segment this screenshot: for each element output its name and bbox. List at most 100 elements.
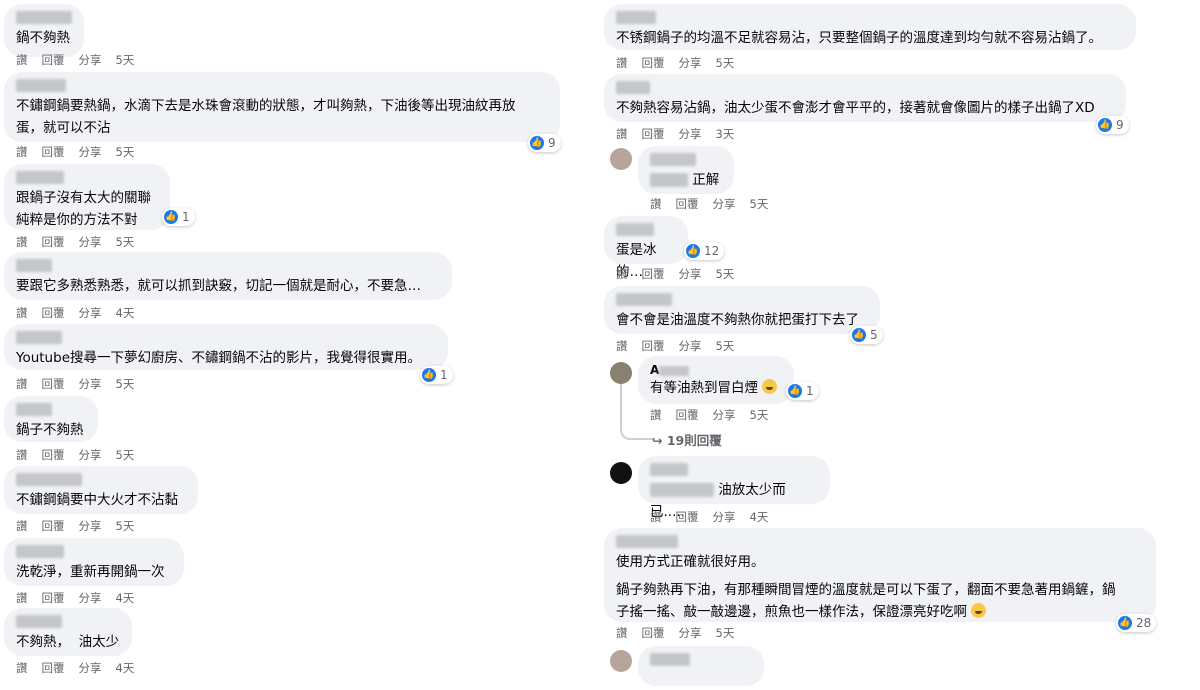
share-button[interactable]: 分享 <box>79 591 102 605</box>
share-button[interactable]: 分享 <box>713 197 736 211</box>
comment-time[interactable]: 5天 <box>116 235 135 249</box>
commenter-name[interactable] <box>16 615 62 628</box>
share-button[interactable]: 分享 <box>79 448 102 462</box>
commenter-name[interactable] <box>16 11 72 24</box>
like-button[interactable]: 讚 <box>16 519 28 533</box>
mention-blurred[interactable] <box>650 173 688 187</box>
like-button[interactable]: 讚 <box>616 127 628 141</box>
comment-time[interactable]: 4天 <box>750 510 769 524</box>
mention-blurred[interactable] <box>650 483 714 497</box>
commenter-name[interactable] <box>616 293 672 306</box>
share-button[interactable]: 分享 <box>679 127 702 141</box>
share-button[interactable]: 分享 <box>679 56 702 70</box>
share-button[interactable]: 分享 <box>79 145 102 159</box>
commenter-name[interactable] <box>650 653 690 666</box>
comment-time[interactable]: 5天 <box>116 145 135 159</box>
like-button[interactable]: 讚 <box>616 56 628 70</box>
commenter-name[interactable] <box>16 259 52 272</box>
share-button[interactable]: 分享 <box>79 377 102 391</box>
reaction-count[interactable]: 👍 1 <box>420 366 453 384</box>
share-button[interactable]: 分享 <box>79 53 102 67</box>
share-button[interactable]: 分享 <box>713 408 736 422</box>
like-button[interactable]: 讚 <box>650 510 662 524</box>
like-button[interactable]: 讚 <box>16 591 28 605</box>
comment-time[interactable]: 5天 <box>716 626 735 640</box>
like-button[interactable]: 讚 <box>16 377 28 391</box>
commenter-name[interactable] <box>16 79 66 92</box>
commenter-name[interactable] <box>616 11 656 24</box>
commenter-name[interactable] <box>16 331 62 344</box>
comment-time[interactable]: 4天 <box>116 591 135 605</box>
reply-button[interactable]: 回覆 <box>642 56 665 70</box>
share-button[interactable]: 分享 <box>679 626 702 640</box>
commenter-name[interactable] <box>650 153 696 166</box>
like-button[interactable]: 讚 <box>650 197 662 211</box>
reply-button[interactable]: 回覆 <box>642 339 665 353</box>
reaction-count[interactable]: 👍 9 <box>1096 116 1129 134</box>
like-button[interactable]: 讚 <box>616 626 628 640</box>
comment-time[interactable]: 5天 <box>716 267 735 281</box>
comment-time[interactable]: 4天 <box>116 306 135 320</box>
comment-time[interactable]: 5天 <box>116 377 135 391</box>
like-button[interactable]: 讚 <box>16 306 28 320</box>
share-button[interactable]: 分享 <box>79 235 102 249</box>
avatar[interactable] <box>610 462 632 484</box>
comment-time[interactable]: 3天 <box>716 127 735 141</box>
reply-button[interactable]: 回覆 <box>42 448 65 462</box>
view-more-replies[interactable]: ↪ 19則回覆 <box>652 430 722 449</box>
reply-button[interactable]: 回覆 <box>42 377 65 391</box>
share-button[interactable]: 分享 <box>79 306 102 320</box>
reply-button[interactable]: 回覆 <box>642 127 665 141</box>
avatar[interactable] <box>610 650 632 672</box>
like-button[interactable]: 讚 <box>650 408 662 422</box>
comment-time[interactable]: 5天 <box>116 519 135 533</box>
reply-button[interactable]: 回覆 <box>42 591 65 605</box>
comment-time[interactable]: 5天 <box>116 53 135 67</box>
reply-button[interactable]: 回覆 <box>642 626 665 640</box>
reply-button[interactable]: 回覆 <box>42 145 65 159</box>
reaction-count[interactable]: 👍 12 <box>684 242 725 260</box>
like-button[interactable]: 讚 <box>16 661 28 675</box>
avatar[interactable] <box>610 148 632 170</box>
reaction-count[interactable]: 👍 1 <box>786 382 819 400</box>
reaction-count[interactable]: 👍 28 <box>1116 614 1157 632</box>
comment-time[interactable]: 5天 <box>716 339 735 353</box>
share-button[interactable]: 分享 <box>79 519 102 533</box>
comment-time[interactable]: 4天 <box>116 661 135 675</box>
reply-button[interactable]: 回覆 <box>676 408 699 422</box>
commenter-name[interactable] <box>16 473 82 486</box>
like-button[interactable]: 讚 <box>16 53 28 67</box>
commenter-name[interactable] <box>616 81 650 94</box>
reply-button[interactable]: 回覆 <box>42 53 65 67</box>
reply-button[interactable]: 回覆 <box>42 235 65 249</box>
share-button[interactable]: 分享 <box>79 661 102 675</box>
avatar[interactable] <box>610 362 632 384</box>
share-button[interactable]: 分享 <box>679 339 702 353</box>
like-button[interactable]: 讚 <box>16 145 28 159</box>
reply-button[interactable]: 回覆 <box>42 661 65 675</box>
commenter-name[interactable] <box>616 223 654 236</box>
commenter-name[interactable] <box>16 545 64 558</box>
share-button[interactable]: 分享 <box>679 267 702 281</box>
reply-button[interactable]: 回覆 <box>42 519 65 533</box>
reply-button[interactable]: 回覆 <box>676 510 699 524</box>
comment-time[interactable]: 5天 <box>116 448 135 462</box>
like-button[interactable]: 讚 <box>16 448 28 462</box>
commenter-name[interactable]: A <box>650 363 782 377</box>
reply-button[interactable]: 回覆 <box>676 197 699 211</box>
like-button[interactable]: 讚 <box>16 235 28 249</box>
share-button[interactable]: 分享 <box>713 510 736 524</box>
reply-button[interactable]: 回覆 <box>42 306 65 320</box>
commenter-name[interactable] <box>616 535 678 548</box>
reaction-count[interactable]: 👍 5 <box>850 326 883 344</box>
like-button[interactable]: 讚 <box>616 267 628 281</box>
reply-button[interactable]: 回覆 <box>642 267 665 281</box>
comment-time[interactable]: 5天 <box>750 408 769 422</box>
commenter-name[interactable] <box>16 403 52 416</box>
commenter-name[interactable] <box>16 171 64 184</box>
commenter-name[interactable] <box>650 463 688 476</box>
like-button[interactable]: 讚 <box>616 339 628 353</box>
comment-time[interactable]: 5天 <box>716 56 735 70</box>
comment-time[interactable]: 5天 <box>750 197 769 211</box>
reaction-count[interactable]: 👍 9 <box>528 134 561 152</box>
